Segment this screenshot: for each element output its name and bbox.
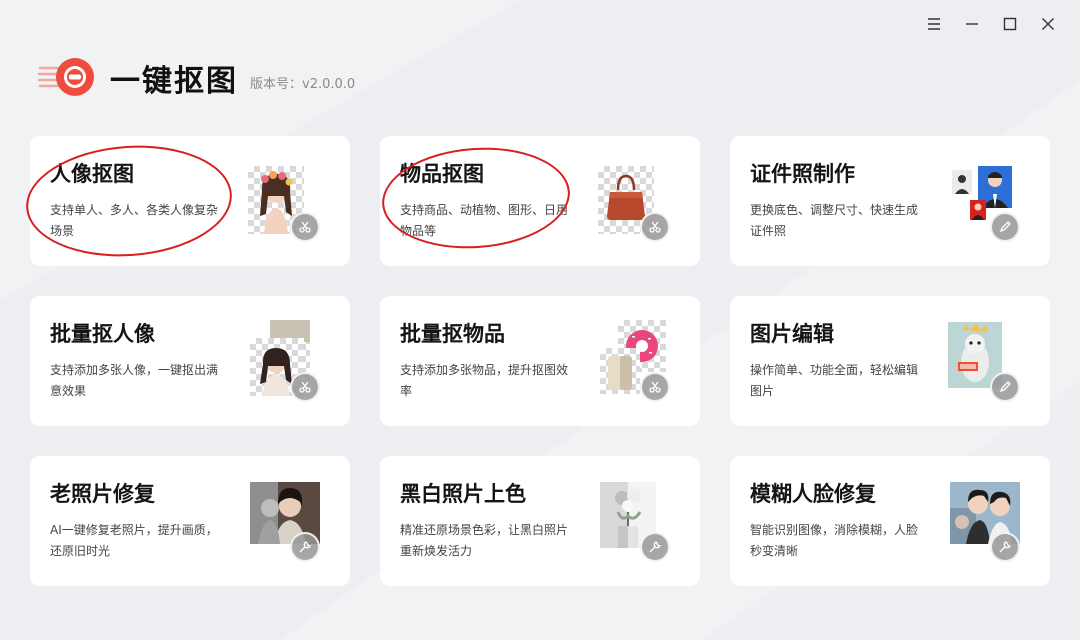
scissors-icon: [290, 212, 320, 242]
card-title: 批量抠物品: [400, 322, 505, 346]
card-description: AI一键修复老照片，提升画质，还原旧时光: [50, 523, 218, 558]
pencil-icon: [990, 372, 1020, 402]
close-icon[interactable]: [1036, 12, 1060, 36]
version-label: 版本号：v2.0.0.0: [250, 76, 356, 92]
card-title: 人像抠图: [50, 162, 134, 186]
handbag-cutout-thumbnail: [596, 162, 672, 242]
card-title: 模糊人脸修复: [750, 482, 876, 506]
wrench-icon: [640, 532, 670, 562]
card-title: 黑白照片上色: [400, 482, 526, 506]
card-description: 精准还原场景色彩，让黑白照片重新焕发活力: [400, 523, 569, 558]
window-controls: [922, 12, 1060, 36]
card-description: 智能识别图像，消除模糊，人脸秒变清晰: [750, 523, 919, 558]
app-header: 一键抠图 版本号：v2.0.0.0: [36, 56, 356, 100]
id-photos-thumbnail: [946, 162, 1022, 242]
face-restore-thumbnail: [946, 482, 1022, 562]
card-title: 图片编辑: [750, 322, 834, 346]
card-batch-objects[interactable]: 批量抠物品 支持添加多张物品，提升抠图效率: [380, 296, 700, 426]
card-object-cutout[interactable]: 物品抠图 支持商品、动植物、图形、日用物品等: [380, 136, 700, 266]
image-edit-thumbnail: [946, 322, 1022, 402]
batch-portraits-thumbnail: [246, 320, 322, 402]
card-title: 老照片修复: [50, 482, 155, 506]
card-description: 更换底色、调整尺寸、快速生成证件照: [750, 203, 919, 238]
colorize-thumbnail: [596, 482, 672, 562]
wrench-icon: [290, 532, 320, 562]
card-portrait-cutout[interactable]: 人像抠图 支持单人、多人、各类人像复杂场景: [30, 136, 350, 266]
app-logo: [36, 56, 96, 100]
card-description: 支持商品、动植物、图形、日用物品等: [400, 203, 569, 238]
batch-objects-thumbnail: [596, 320, 672, 402]
card-batch-portraits[interactable]: 批量抠人像 支持添加多张人像，一键抠出满意效果: [30, 296, 350, 426]
scissors-icon: [290, 372, 320, 402]
app-title: 一键抠图: [110, 64, 238, 99]
card-title: 批量抠人像: [50, 322, 155, 346]
feature-grid: 人像抠图 支持单人、多人、各类人像复杂场景 物品抠图 支持商品、动植物、图形、日…: [30, 136, 1050, 586]
portrait-cutout-thumbnail: [246, 162, 322, 242]
wrench-icon: [990, 532, 1020, 562]
menu-icon[interactable]: [922, 12, 946, 36]
card-face-restore[interactable]: 模糊人脸修复 智能识别图像，消除模糊，人脸秒变清晰: [730, 456, 1050, 586]
scissors-icon: [640, 212, 670, 242]
card-description: 支持添加多张人像，一键抠出满意效果: [50, 363, 219, 398]
old-photo-thumbnail: [246, 482, 322, 562]
pencil-icon: [990, 212, 1020, 242]
card-title: 物品抠图: [400, 162, 484, 186]
card-title: 证件照制作: [750, 162, 855, 186]
maximize-icon[interactable]: [998, 12, 1022, 36]
minimize-icon[interactable]: [960, 12, 984, 36]
card-old-photo-restore[interactable]: 老照片修复 AI一键修复老照片，提升画质，还原旧时光: [30, 456, 350, 586]
scissors-icon: [640, 372, 670, 402]
card-description: 支持添加多张物品，提升抠图效率: [400, 363, 569, 398]
card-id-photo[interactable]: 证件照制作 更换底色、调整尺寸、快速生成证件照: [730, 136, 1050, 266]
card-description: 支持单人、多人、各类人像复杂场景: [50, 203, 219, 238]
card-description: 操作简单、功能全面，轻松编辑图片: [750, 363, 919, 398]
card-image-edit[interactable]: 图片编辑 操作简单、功能全面，轻松编辑图片: [730, 296, 1050, 426]
card-colorize[interactable]: 黑白照片上色 精准还原场景色彩，让黑白照片重新焕发活力: [380, 456, 700, 586]
